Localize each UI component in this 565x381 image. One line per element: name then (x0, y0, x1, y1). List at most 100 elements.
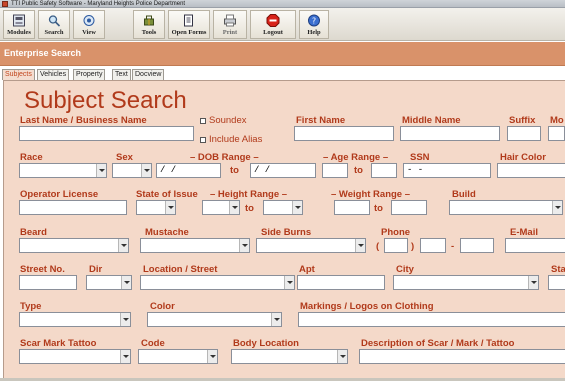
type-select[interactable] (19, 312, 131, 327)
state-label: Sta (551, 264, 565, 275)
apt-label: Apt (299, 264, 315, 275)
ssn-input[interactable]: - - (403, 163, 491, 178)
chevron-down-icon (239, 239, 249, 252)
age-to-input[interactable] (371, 163, 397, 178)
chevron-down-icon (141, 164, 151, 177)
section-title-bar: Enterprise Search (0, 42, 565, 66)
include-alias-checkbox[interactable] (200, 137, 206, 143)
tab-vehicles[interactable]: Vehicles (37, 69, 70, 80)
operator-license-label: Operator License (20, 189, 99, 200)
dob-to-label: to (230, 165, 239, 176)
description-label: Description of Scar / Mark / Tattoo (361, 338, 515, 349)
phone-close-paren: ) (411, 241, 415, 252)
build-label: Build (452, 189, 476, 200)
dob-from-input[interactable]: / / (156, 163, 221, 178)
state-input[interactable] (548, 275, 565, 290)
dir-label: Dir (89, 264, 103, 275)
help-button[interactable]: ? Help (299, 10, 329, 39)
color-label: Color (150, 301, 175, 312)
phone-label: Phone (381, 227, 411, 238)
weight-from-input[interactable] (334, 200, 370, 215)
print-button[interactable]: Print (213, 10, 247, 39)
mustache-label: Mustache (145, 227, 189, 238)
scar-mark-tattoo-select[interactable] (19, 349, 131, 364)
chevron-down-icon (292, 201, 302, 214)
phone-area-input[interactable] (384, 238, 408, 253)
print-icon (224, 14, 236, 27)
age-from-input[interactable] (322, 163, 348, 178)
app-icon (2, 1, 8, 7)
apt-input[interactable] (297, 275, 385, 290)
tab-docview[interactable]: Docview (132, 69, 165, 80)
sex-label: Sex (116, 152, 133, 163)
last-name-input[interactable] (19, 126, 194, 141)
code-label: Code (141, 338, 165, 349)
hair-color-select[interactable] (497, 163, 565, 178)
logout-button[interactable]: Logout (250, 10, 296, 39)
soundex-checkbox[interactable] (200, 118, 206, 124)
chevron-down-icon (121, 276, 131, 289)
street-no-input[interactable] (19, 275, 77, 290)
email-field[interactable] (505, 238, 565, 253)
soundex-label: Soundex (209, 115, 247, 126)
height-to-select[interactable] (263, 200, 303, 215)
view-icon (83, 15, 95, 26)
svg-text:?: ? (312, 17, 316, 26)
middle-name-input[interactable] (400, 126, 500, 141)
chevron-down-icon (355, 239, 365, 252)
beard-select[interactable] (19, 238, 129, 253)
location-street-label: Location / Street (143, 264, 218, 275)
color-select[interactable] (147, 312, 282, 327)
operator-license-input[interactable] (19, 200, 127, 215)
mo-input[interactable] (548, 126, 565, 141)
weight-range-label: – Weight Range – (331, 189, 411, 200)
search-button[interactable]: Search (38, 10, 70, 39)
view-button[interactable]: View (73, 10, 105, 39)
section-title: Enterprise Search (4, 48, 82, 58)
body-location-select[interactable] (231, 349, 348, 364)
open-forms-button[interactable]: Open Forms (168, 10, 210, 39)
ssn-label: SSN (410, 152, 430, 163)
height-from-select[interactable] (202, 200, 240, 215)
build-select[interactable] (449, 200, 563, 215)
state-of-issue-label: State of Issue (136, 189, 198, 200)
race-select[interactable] (19, 163, 107, 178)
location-street-select[interactable] (140, 275, 295, 290)
first-name-input[interactable] (294, 126, 394, 141)
phone-prefix-input[interactable] (420, 238, 446, 253)
modules-button[interactable]: Modules (3, 10, 35, 39)
markings-input[interactable] (298, 312, 565, 327)
code-select[interactable] (138, 349, 218, 364)
tab-text[interactable]: Text (112, 69, 131, 80)
body-location-label: Body Location (233, 338, 299, 349)
age-to-label: to (354, 165, 363, 176)
street-no-label: Street No. (20, 264, 65, 275)
modules-icon (13, 14, 25, 27)
phone-line-input[interactable] (460, 238, 494, 253)
state-of-issue-select[interactable] (136, 200, 176, 215)
weight-to-input[interactable] (391, 200, 427, 215)
phone-dash: - (451, 241, 455, 252)
tab-property[interactable]: Property (73, 69, 106, 80)
suffix-input[interactable] (507, 126, 541, 141)
hair-color-label: Hair Color (500, 152, 546, 163)
last-name-label: Last Name / Business Name (20, 115, 147, 126)
dir-select[interactable] (86, 275, 132, 290)
tab-subjects[interactable]: Subjects (2, 69, 35, 80)
tools-icon (144, 15, 154, 26)
side-burns-select[interactable] (256, 238, 366, 253)
help-icon: ? (308, 14, 320, 27)
mustache-select[interactable] (140, 238, 250, 253)
page-title: Subject Search (24, 87, 187, 114)
chevron-down-icon (207, 350, 217, 363)
age-range-label: – Age Range – (323, 152, 389, 163)
description-input[interactable] (359, 349, 565, 364)
beard-label: Beard (20, 227, 47, 238)
chevron-down-icon (120, 350, 130, 363)
city-select[interactable] (393, 275, 539, 290)
dob-to-input[interactable]: / / (250, 163, 316, 178)
sex-select[interactable] (112, 163, 152, 178)
open-forms-icon (184, 14, 193, 27)
tools-button[interactable]: Tools (133, 10, 165, 39)
suffix-label: Suffix (509, 115, 536, 126)
